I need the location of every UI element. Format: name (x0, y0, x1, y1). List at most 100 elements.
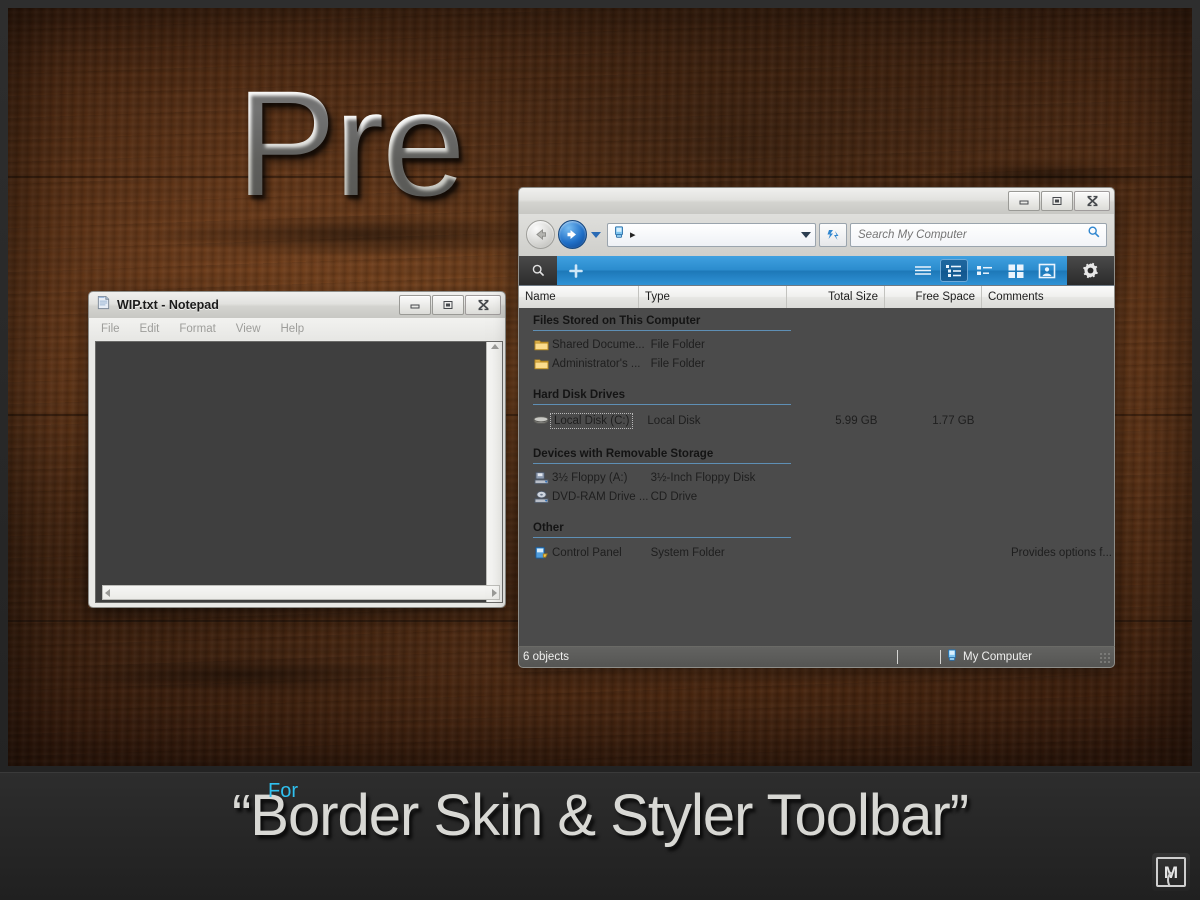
row-free: 1.77 GB (932, 414, 975, 427)
row-name: 3½ Floppy (A:) (552, 471, 628, 484)
row-type: System Folder (650, 547, 725, 559)
chevron-down-icon[interactable] (591, 231, 601, 238)
navigation-row: ▸ (526, 220, 1107, 249)
row-comments: Provides options f... (1011, 547, 1112, 559)
table-row[interactable]: Administrator's ... File Folder (519, 354, 1114, 373)
view-details-icon[interactable] (940, 259, 968, 282)
menu-file[interactable]: File (101, 323, 120, 335)
search-input[interactable] (856, 227, 1087, 242)
back-arrow-icon[interactable] (526, 220, 555, 249)
table-row[interactable]: Control Panel System Folder Provides opt… (519, 542, 1114, 564)
notepad-text[interactable] (96, 342, 486, 602)
banner-title: “Border Skin & Styler Toolbar” (231, 783, 969, 848)
view-tiles-icon[interactable] (1002, 259, 1030, 282)
refresh-icon[interactable] (819, 222, 847, 247)
address-dropdown-icon[interactable] (801, 231, 811, 238)
toolbar-spacer (595, 256, 909, 285)
resize-grip-icon[interactable] (1099, 651, 1110, 663)
row-name: Control Panel (552, 547, 622, 559)
notepad-vertical-scrollbar[interactable] (486, 342, 502, 602)
explorer-navigation-toolbar: ▸ (518, 214, 1115, 256)
floppy-drive-icon (533, 470, 549, 486)
row-name: Administrator's ... (552, 357, 641, 370)
column-header-type[interactable]: Type (639, 286, 787, 308)
group-title: Devices with Removable Storage (533, 448, 714, 460)
status-objects-pane: 6 objects (523, 651, 893, 663)
folder-icon (533, 337, 549, 353)
group-rule (533, 537, 791, 538)
search-box[interactable] (850, 222, 1107, 247)
group-title: Other (533, 522, 564, 534)
menu-view[interactable]: View (236, 323, 261, 335)
dvd-drive-icon (533, 489, 549, 505)
column-header-name[interactable]: Name (519, 286, 639, 308)
notepad-title: WIP.txt - Notepad (117, 298, 219, 312)
group-removable-storage: Devices with Removable Storage (519, 441, 1114, 464)
notepad-window[interactable]: WIP.txt - Notepad File Edit Format View … (88, 291, 506, 608)
maximize-button[interactable] (432, 295, 464, 315)
group-gap (519, 373, 1114, 382)
forward-arrow-icon[interactable] (558, 220, 587, 249)
menu-format[interactable]: Format (179, 323, 215, 335)
notepad-caption-buttons (399, 295, 501, 315)
row-size: 5.99 GB (835, 414, 878, 427)
wallpaper-word: Pre (236, 59, 465, 227)
notepad-horizontal-scrollbar[interactable] (102, 585, 500, 600)
explorer-window[interactable]: ▸ Search My Computer Name Type Total Siz… (518, 187, 1115, 668)
notepad-edit-area[interactable] (95, 341, 503, 603)
search-icon[interactable] (1087, 225, 1101, 244)
minimize-button[interactable] (1008, 191, 1040, 211)
minimize-button[interactable] (399, 295, 431, 315)
screenshot-root: Pre WIP.txt - Notepad File Edit Format V… (0, 0, 1200, 900)
table-row[interactable]: 3½ Floppy (A:) 3½-Inch Floppy Disk (519, 468, 1114, 487)
table-row[interactable]: DVD-RAM Drive ... CD Drive (519, 487, 1114, 506)
toolbar-add-button[interactable] (557, 256, 595, 285)
control-panel-icon (533, 545, 549, 561)
explorer-styler-toolbar (518, 256, 1115, 285)
notepad-body: File Edit Format View Help (88, 318, 506, 608)
view-small-icons-icon[interactable] (971, 259, 999, 282)
status-separator (897, 650, 898, 664)
menu-help[interactable]: Help (281, 323, 305, 335)
maximize-button[interactable] (1041, 191, 1073, 211)
notepad-menubar[interactable]: File Edit Format View Help (89, 318, 505, 340)
group-gap (519, 506, 1114, 515)
explorer-caption-buttons (1008, 191, 1110, 211)
notepad-document-icon (96, 295, 111, 315)
group-gap (519, 432, 1114, 441)
row-name[interactable]: Local Disk (C:) (549, 412, 634, 429)
view-list-icon[interactable] (909, 259, 937, 282)
row-type: 3½-Inch Floppy Disk (650, 471, 756, 484)
gear-icon[interactable] (1067, 256, 1114, 285)
hard-disk-icon (533, 413, 549, 429)
address-bar[interactable]: ▸ (607, 222, 816, 247)
notepad-titlebar[interactable]: WIP.txt - Notepad (88, 291, 506, 318)
group-hard-disk-drives: Hard Disk Drives (519, 382, 1114, 405)
group-rule (533, 330, 791, 331)
status-separator (940, 650, 941, 664)
folder-icon (533, 356, 549, 372)
column-header-comments[interactable]: Comments (982, 286, 1114, 308)
view-thumbnails-icon[interactable] (1033, 259, 1061, 282)
status-location: My Computer (963, 651, 1033, 663)
menu-edit[interactable]: Edit (140, 323, 160, 335)
toolbar-search-button[interactable] (519, 256, 557, 285)
scroll-left-arrow-icon[interactable] (105, 588, 110, 597)
table-row[interactable]: Shared Docume... File Folder (519, 335, 1114, 354)
row-name: DVD-RAM Drive ... (552, 490, 649, 503)
group-rule (533, 404, 791, 405)
table-row[interactable]: Local Disk (C:) Local Disk 5.99 GB 1.77 … (519, 409, 1114, 432)
column-header-free-space[interactable]: Free Space (885, 286, 982, 308)
close-button[interactable] (1074, 191, 1110, 211)
scroll-up-arrow-icon[interactable] (490, 344, 499, 349)
status-object-count: 6 objects (523, 651, 570, 663)
scroll-right-arrow-icon[interactable] (492, 588, 497, 597)
group-rule (533, 463, 791, 464)
row-name: Shared Docume... (552, 338, 645, 351)
banner-for-label: For (268, 780, 298, 802)
file-list-area[interactable]: Files Stored on This Computer Shared Doc… (518, 308, 1115, 646)
close-button[interactable] (465, 295, 501, 315)
status-location-pane: My Computer (945, 648, 1110, 667)
column-header-total-size[interactable]: Total Size (787, 286, 885, 308)
explorer-titlebar[interactable] (518, 187, 1115, 214)
